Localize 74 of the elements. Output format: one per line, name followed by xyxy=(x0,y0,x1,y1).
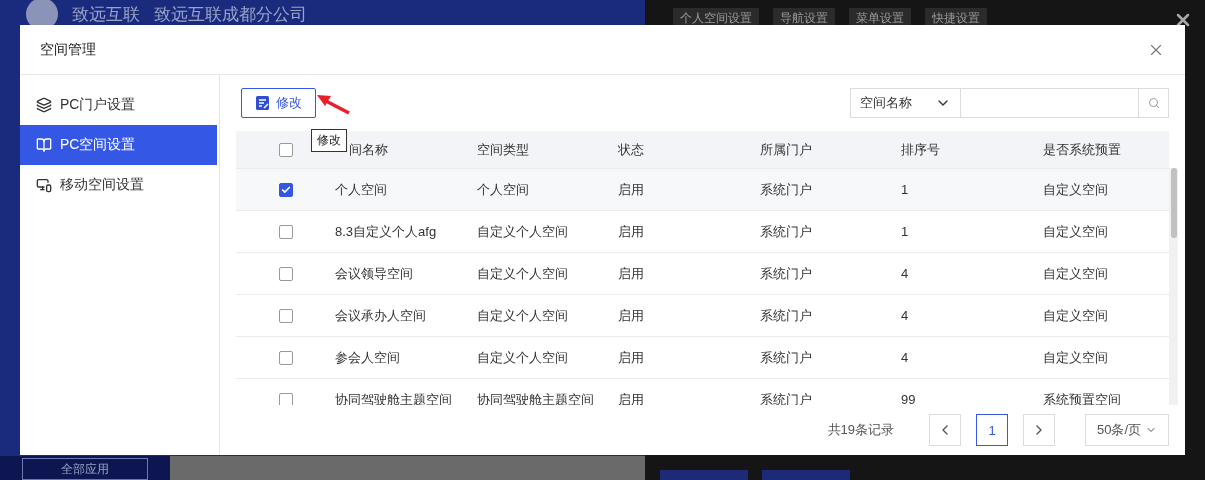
table-cell-text: 自定义空间 xyxy=(1043,306,1109,325)
sidebar-item[interactable]: 移动空间设置 xyxy=(20,165,217,205)
record-count: 共19条记录 xyxy=(827,421,894,440)
edit-button[interactable]: 修改 xyxy=(241,88,316,118)
column-header: 排序号 xyxy=(901,140,941,159)
all-apps-button[interactable]: 全部应用 xyxy=(22,458,148,480)
table-cell-text: 自定义空间 xyxy=(1043,222,1109,241)
table-cell-text: 自定义个人空间 xyxy=(477,222,569,241)
table-cell-text: 个人空间 xyxy=(477,180,530,199)
table-cell-text: 启用 xyxy=(618,390,645,406)
layers-icon xyxy=(36,97,52,113)
book-icon xyxy=(36,137,52,153)
search-field[interactable]: 空间名称 xyxy=(850,88,1169,118)
table-cell-text: 系统门户 xyxy=(760,222,813,241)
row-checkbox[interactable] xyxy=(278,266,293,281)
table-cell-text: 会议承办人空间 xyxy=(335,306,427,325)
table-cell-text: 系统门户 xyxy=(760,306,813,325)
table-cell-text: 1 xyxy=(901,182,910,197)
next-page-button[interactable] xyxy=(1023,414,1055,447)
table-cell-text: 自定义个人空间 xyxy=(477,264,569,283)
table-cell-text: 启用 xyxy=(618,348,645,367)
column-header: 所属门户 xyxy=(760,140,813,159)
monitor-icon xyxy=(36,177,52,193)
table-cell-text: 启用 xyxy=(618,180,645,199)
table-cell-text: 自定义空间 xyxy=(1043,180,1109,199)
table-cell-text: 自定义空间 xyxy=(1043,264,1109,283)
page-size-select[interactable]: 50条/页 xyxy=(1085,414,1169,447)
table-cell-text: 1 xyxy=(901,224,910,239)
table-cell-text: 自定义个人空间 xyxy=(477,306,569,325)
select-all-checkbox[interactable] xyxy=(278,142,293,157)
table-cell-text: 4 xyxy=(901,350,910,365)
table-cell-text: 协同驾驶舱主题空间 xyxy=(335,390,453,406)
table-cell-text: 系统预置空间 xyxy=(1043,390,1122,406)
table-cell-text: 启用 xyxy=(618,222,645,241)
table-cell-text: 4 xyxy=(901,308,910,323)
sidebar-label: 移动空间设置 xyxy=(60,176,144,194)
company-name: 致远互联成都分公司 xyxy=(154,3,307,26)
search-icon xyxy=(1147,97,1160,109)
table-cell-text: 启用 xyxy=(618,306,645,325)
pointer-arrow xyxy=(316,93,350,115)
table-cell-text: 系统门户 xyxy=(760,264,813,283)
column-header: 状态 xyxy=(618,140,645,159)
sidebar-label: PC空间设置 xyxy=(60,136,136,154)
sidebar-item[interactable]: PC门户设置 xyxy=(20,85,217,125)
row-checkbox[interactable] xyxy=(278,392,293,406)
edit-icon xyxy=(255,96,270,110)
sidebar-label: PC门户设置 xyxy=(60,96,136,114)
row-checkbox[interactable] xyxy=(278,350,293,365)
table-cell-text: 4 xyxy=(901,266,910,281)
previous-page-button[interactable] xyxy=(929,414,961,447)
scrollbar-thumb[interactable] xyxy=(1170,168,1177,238)
table-cell-text: 99 xyxy=(901,392,917,406)
table-cell-text: 参会人空间 xyxy=(335,348,401,367)
table-cell-text: 启用 xyxy=(618,264,645,283)
row-checkbox[interactable] xyxy=(278,182,293,197)
table-cell-text: 系统门户 xyxy=(760,390,813,406)
column-header: 间名称 xyxy=(349,140,389,159)
table-cell-text: 协同驾驶舱主题空间 xyxy=(477,390,595,406)
table-cell-text: 8.3自定义个人afg xyxy=(335,222,438,241)
tooltip: 修改 xyxy=(311,129,347,152)
table-cell-text: 自定义个人空间 xyxy=(477,348,569,367)
table-cell-text: 系统门户 xyxy=(760,348,813,367)
page-button[interactable]: 1 xyxy=(976,414,1008,447)
column-header: 空间类型 xyxy=(477,140,530,159)
table-cell-text: 系统门户 xyxy=(760,180,813,199)
row-checkbox[interactable] xyxy=(278,308,293,323)
sidebar-item[interactable]: PC空间设置 xyxy=(20,125,217,165)
table-cell-text: 自定义空间 xyxy=(1043,348,1109,367)
row-checkbox[interactable] xyxy=(278,224,293,239)
table-cell-text: 会议领导空间 xyxy=(335,264,414,283)
table-cell-text: 个人空间 xyxy=(335,180,388,199)
column-header: 是否系统预置 xyxy=(1043,140,1122,159)
brand-name: 致远互联 xyxy=(72,3,140,26)
dialog-title: 空间管理 xyxy=(40,40,96,59)
